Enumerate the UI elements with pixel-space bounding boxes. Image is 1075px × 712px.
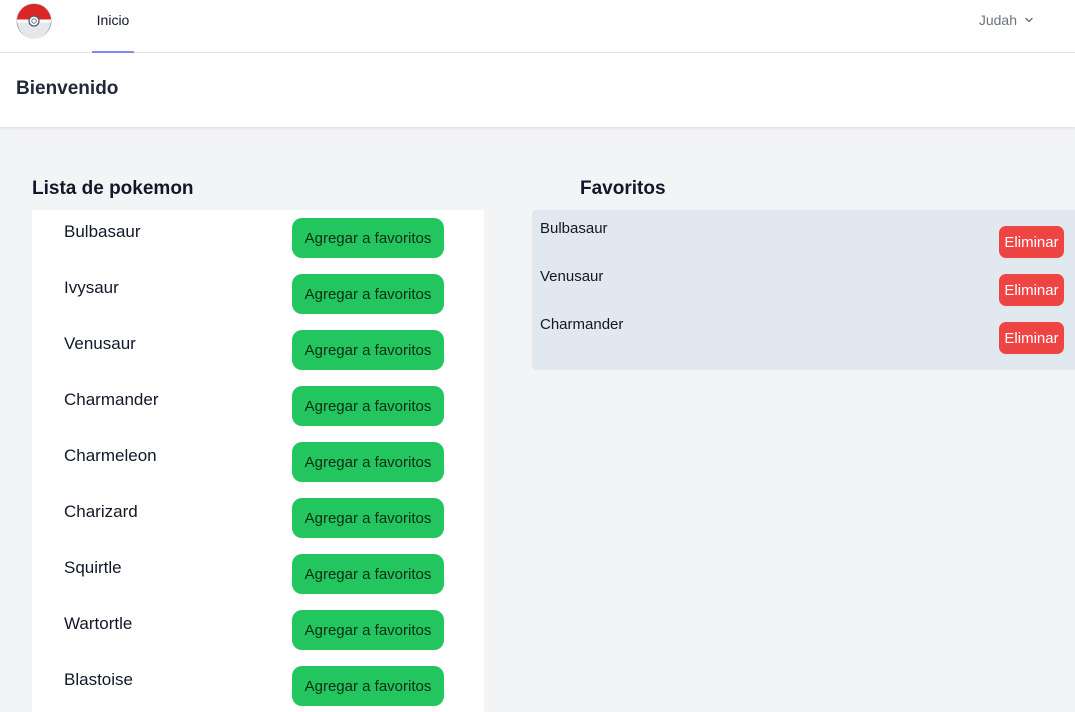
remove-favorite-button[interactable]: Eliminar [999,322,1064,354]
favorite-item: Charmander Eliminar [532,306,1075,354]
add-to-favorites-button[interactable]: Agregar a favoritos [292,498,444,538]
add-to-favorites-button[interactable]: Agregar a favoritos [292,666,444,706]
pokemon-list-item: Wartortle Agregar a favoritos [32,602,452,658]
favorite-name: Charmander [540,316,624,333]
pokemon-name: Bulbasaur [64,222,141,241]
user-menu[interactable]: Judah [979,11,1035,29]
pokemon-name: Ivysaur [64,278,119,297]
favorites-list: Bulbasaur Eliminar Venusaur Eliminar Charman… [532,210,1075,370]
add-to-favorites-button[interactable]: Agregar a favoritos [292,386,444,426]
pokemon-name: Charmander [64,390,159,409]
add-to-favorites-button[interactable]: Agregar a favoritos [292,274,444,314]
favorite-name: Venusaur [540,268,604,285]
add-to-favorites-button[interactable]: Agregar a favoritos [292,330,444,370]
pokemon-list-item: Bulbasaur Agregar a favoritos [32,210,452,266]
nav-link-inicio[interactable]: Inicio [92,0,134,53]
favorites-title: Favoritos [580,178,666,199]
pokemon-name: Blastoise [64,670,133,689]
favorite-name: Bulbasaur [540,220,608,237]
top-navbar: Inicio Judah [0,0,1075,53]
page-header: Bienvenido [0,53,1075,127]
pokemon-list-item: Squirtle Agregar a favoritos [32,546,452,602]
page-title: Bienvenido [16,78,119,99]
pokemon-name: Squirtle [64,558,122,577]
pokemon-list-item: Ivysaur Agregar a favoritos [32,266,452,322]
pokemon-list-title: Lista de pokemon [32,178,194,199]
pokemon-list-item: Charmander Agregar a favoritos [32,378,452,434]
pokemon-list-item: Blastoise Agregar a favoritos [32,658,452,712]
add-to-favorites-button[interactable]: Agregar a favoritos [292,610,444,650]
add-to-favorites-button[interactable]: Agregar a favoritos [292,442,444,482]
remove-favorite-button[interactable]: Eliminar [999,226,1064,258]
pokemon-list-item: Charmeleon Agregar a favoritos [32,434,452,490]
pokemon-list: Bulbasaur Agregar a favoritos Ivysaur Agreg… [32,210,484,712]
favorite-item: Venusaur Eliminar [532,258,1075,306]
chevron-down-icon [1025,17,1033,23]
pokemon-list-item: Venusaur Agregar a favoritos [32,322,452,378]
pokemon-list-item: Charizard Agregar a favoritos [32,490,452,546]
add-to-favorites-button[interactable]: Agregar a favoritos [292,554,444,594]
remove-favorite-button[interactable]: Eliminar [999,274,1064,306]
pokemon-name: Charmeleon [64,446,157,465]
favorite-item: Bulbasaur Eliminar [532,210,1075,258]
add-to-favorites-button[interactable]: Agregar a favoritos [292,218,444,258]
user-name: Judah [978,12,1017,28]
pokemon-name: Charizard [64,502,138,521]
pokemon-name: Venusaur [64,334,136,353]
pokeball-icon[interactable] [16,3,52,39]
pokemon-name: Wartortle [64,614,133,633]
